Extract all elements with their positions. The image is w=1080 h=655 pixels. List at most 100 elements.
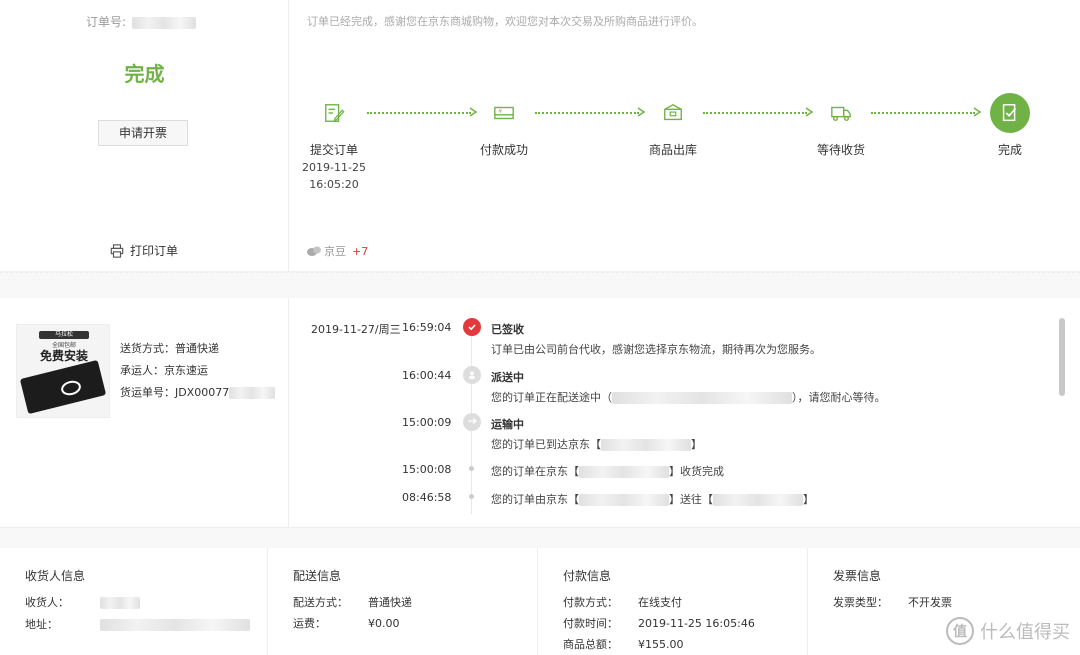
delivery-method-row: 送货方式：普通快递 [120, 338, 275, 360]
tracking-desc: 订单已由公司前台代收，感谢您选择京东物流，期待再次为您服务。 [491, 343, 821, 356]
tracking-time: 16:59:04 [402, 321, 452, 334]
receiver-address-redacted [100, 619, 250, 631]
order-status: 完成 [124, 62, 165, 86]
receiver-address-row: 地址： [25, 616, 250, 632]
apply-invoice-button[interactable]: 申请开票 [98, 120, 188, 146]
step-label: 完成 [997, 143, 1022, 157]
timeline-scrollbar[interactable] [1059, 318, 1065, 396]
check-circle-icon [463, 318, 481, 336]
tracking-title: 运输中 [491, 418, 524, 431]
tracking-desc: 您的订单已到达京东【】 [491, 438, 702, 451]
shipment-summary: 马拉松 全国包邮 免费安装 送货方式：普通快递 承运人：京东速运 货运单号：JD… [0, 298, 289, 528]
payment-time-row: 付款时间： 2019-11-25 16:05:46 [563, 617, 755, 630]
order-summary: 订单号: 完成 申请开票 打印订单 订单已经完成，感谢您在京东商城购物，欢迎您对… [0, 0, 1080, 272]
carrier-label: 承运人： [120, 364, 164, 377]
delivery-info: 配送信息 配送方式： 普通快递 运费： ¥0.00 [268, 548, 538, 655]
payment-info: 付款信息 付款方式： 在线支付 付款时间： 2019-11-25 16:05:46 … [538, 548, 808, 655]
step-date: 2019-11-25 [302, 161, 366, 174]
receiver-name-row: 收货人： [25, 594, 140, 610]
tracking-title: 已签收 [491, 323, 524, 336]
check-doc-icon [990, 93, 1030, 133]
tracking-entry: 16:00:44 派送中 [289, 366, 1049, 386]
shipment-info: 送货方式：普通快递 承运人：京东速运 货运单号：JDX00077 [120, 338, 276, 404]
edit-icon [314, 93, 354, 133]
delivery-method-row: 配送方式： 普通快递 [293, 596, 412, 609]
invoice-type-row: 发票类型： 不开发票 [833, 596, 952, 609]
tracking-entry: 15:00:08 您的订单在京东【 】收货完成 [289, 460, 1049, 480]
package-icon [653, 93, 693, 133]
jd-bean-label: 京豆 [324, 245, 346, 258]
order-info-section: 收货人信息 收货人： 地址： 配送信息 配送方式： 普通快递 运费： ¥0.00 付… [0, 548, 1080, 655]
delivery-heading: 配送信息 [293, 569, 342, 583]
step-label: 付款成功 [479, 143, 528, 157]
order-number: 订单号: [86, 13, 196, 30]
watermark-badge: 值 [946, 617, 974, 645]
tracking-desc: 您的订单正在配送途中（ ），请您耐心等待。 [491, 391, 886, 404]
print-order-link[interactable]: 打印订单 [110, 242, 178, 259]
svg-text:¥: ¥ [499, 109, 503, 115]
tracking-desc-row: 您的订单正在配送途中（ ），请您耐心等待。 [289, 386, 1049, 406]
section-divider [0, 528, 1080, 548]
step-label: 商品出库 [648, 143, 697, 157]
truck-icon [821, 93, 861, 133]
carrier-row: 承运人：京东速运 [120, 360, 275, 382]
payment-icon: ¥ [484, 93, 524, 133]
tracking-entry: 15:00:09 运输中 [289, 413, 1049, 433]
tracking-entry: 2019-11-27/周三 16:59:04 已签收 [289, 318, 1049, 338]
tracking-time: 15:00:09 [402, 416, 452, 429]
tracking-timeline[interactable]: 2019-11-27/周三 16:59:04 已签收 订单已由公司前台代收，感谢… [289, 298, 1080, 528]
tracking-date: 2019-11-27/周三 [311, 323, 401, 336]
step-shipped-out: 商品出库 [623, 90, 723, 158]
print-order-label: 打印订单 [130, 244, 179, 258]
order-progress-steps: 提交订单 2019-11-25 16:05:20 ¥ 付款成功 商品出库 等待收… [289, 90, 1080, 200]
printer-icon [110, 243, 124, 258]
tracking-entry: 08:46:58 您的订单由京东【 】送往【】 [289, 488, 1049, 508]
invoice-heading: 发票信息 [833, 569, 882, 583]
jd-bean-reward: 京豆 +7 [307, 243, 368, 259]
step-complete: 完成 [960, 90, 1060, 158]
bean-icon [307, 246, 321, 256]
tracking-title: 派送中 [491, 371, 524, 384]
watermark: 值 什么值得买 [946, 617, 1070, 645]
step-awaiting-delivery: 等待收货 [791, 90, 891, 158]
tracking-time: 08:46:58 [402, 491, 452, 504]
tracking-desc-row: 您的订单已到达京东【】 [289, 433, 1049, 453]
delivery-fee-row: 运费： ¥0.00 [293, 617, 400, 630]
thanks-message: 订单已经完成，感谢您在京东商城购物，欢迎您对本次交易及所购商品进行评价。 [307, 15, 703, 28]
tracking-number-row: 货运单号：JDX00077 [120, 382, 276, 404]
tracking-number-value: JDX00077 [175, 386, 230, 399]
section-divider [0, 272, 1080, 298]
watermark-text: 什么值得买 [980, 622, 1070, 643]
order-status-panel: 订单号: 完成 申请开票 打印订单 [0, 0, 289, 272]
receiver-heading: 收货人信息 [25, 569, 86, 583]
payment-total-row: 商品总额： ¥155.00 [563, 638, 684, 651]
receiver-info: 收货人信息 收货人： 地址： [0, 548, 268, 655]
tracking-time: 16:00:44 [402, 369, 452, 382]
payment-heading: 付款信息 [563, 569, 612, 583]
order-progress-panel: 订单已经完成，感谢您在京东商城购物，欢迎您对本次交易及所购商品进行评价。 提交订… [289, 0, 1080, 272]
tracking-time: 15:00:08 [402, 463, 452, 476]
courier-icon [463, 366, 481, 384]
brand-tag: 马拉松 [39, 331, 89, 339]
tracking-number-label: 货运单号： [120, 386, 175, 399]
step-payment-success: ¥ 付款成功 [454, 90, 554, 158]
tracking-desc: 您的订单在京东【 】收货完成 [491, 465, 724, 478]
tracking-number-redacted [229, 387, 276, 399]
product-thumbnail[interactable]: 马拉松 全国包邮 免费安装 [16, 324, 110, 418]
delivery-method-label: 送货方式： [120, 342, 175, 355]
carrier-value: 京东速运 [164, 364, 208, 377]
transit-icon [463, 413, 481, 431]
timeline-dot [469, 466, 474, 471]
payment-method-row: 付款方式： 在线支付 [563, 596, 682, 609]
step-label: 等待收货 [816, 143, 865, 157]
logistics-section: 马拉松 全国包邮 免费安装 送货方式：普通快递 承运人：京东速运 货运单号：JD… [0, 298, 1080, 528]
timeline-dot [469, 494, 474, 499]
order-number-label: 订单号: [86, 15, 127, 29]
tracking-desc-row: 订单已由公司前台代收，感谢您选择京东物流，期待再次为您服务。 [289, 338, 1049, 358]
order-number-redacted [131, 16, 196, 29]
tracking-desc: 您的订单由京东【 】送往【】 [491, 493, 814, 506]
step-label: 提交订单 [309, 143, 358, 157]
step-submit-order: 提交订单 2019-11-25 16:05:20 [284, 90, 384, 192]
jd-bean-value: +7 [352, 244, 369, 258]
receiver-name-redacted [100, 597, 140, 609]
